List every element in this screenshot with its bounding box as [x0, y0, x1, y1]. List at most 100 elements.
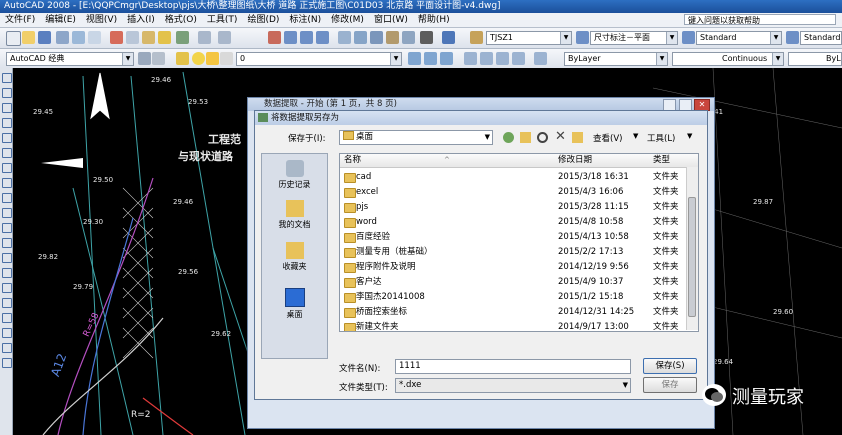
places-my-documents[interactable]: 我的文档	[262, 200, 327, 230]
hatch-icon[interactable]	[2, 283, 12, 293]
layer-manager-icon[interactable]	[176, 52, 189, 65]
lineweight-combo[interactable]: ByLayer	[788, 52, 842, 66]
menu-tools[interactable]: 工具(T)	[202, 13, 243, 27]
mtext-icon[interactable]	[2, 343, 12, 353]
save-in-combo[interactable]: 桌面 ▼	[339, 130, 493, 145]
layer-states-icon[interactable]	[440, 52, 453, 65]
construction-line-icon[interactable]	[2, 88, 12, 98]
search-web-icon[interactable]	[537, 132, 548, 143]
calculator-icon[interactable]	[420, 31, 433, 44]
file-row[interactable]: excel 2015/4/3 16:06 文件夹	[340, 185, 686, 200]
annotation-visibility-icon[interactable]	[496, 52, 509, 65]
make-current-layer-icon[interactable]	[408, 52, 421, 65]
tools-menu[interactable]: 工具(L)	[647, 132, 675, 144]
dim-style-combo[interactable]: 尺寸标注－平面 ▼	[590, 31, 678, 45]
ellipse-arc-icon[interactable]	[2, 223, 12, 233]
match-properties-icon[interactable]	[158, 31, 171, 44]
paste-icon[interactable]	[142, 31, 155, 44]
help-icon[interactable]	[442, 31, 455, 44]
undo-icon[interactable]	[198, 31, 211, 44]
auto-scale-icon[interactable]	[512, 52, 525, 65]
layer-combo[interactable]: 0 ▼	[236, 52, 402, 66]
table-style-combo[interactable]: Standard ▼	[696, 31, 782, 45]
plot-preview-icon[interactable]	[72, 31, 85, 44]
file-row[interactable]: word 2015/4/8 10:58 文件夹	[340, 215, 686, 230]
scrollbar-thumb[interactable]	[688, 197, 696, 317]
file-row[interactable]: cad 2015/3/18 16:31 文件夹	[340, 170, 686, 185]
line-icon[interactable]	[2, 73, 12, 83]
cut-icon[interactable]	[110, 31, 123, 44]
column-date[interactable]: 修改日期	[558, 154, 592, 167]
make-block-icon[interactable]	[2, 253, 12, 263]
layer-freeze-icon[interactable]	[206, 52, 219, 65]
view-dropdown-icon[interactable]: ▼	[633, 132, 638, 140]
menu-dimension[interactable]: 标注(N)	[284, 13, 326, 27]
file-row[interactable]: pjs 2015/3/28 11:15 文件夹	[340, 200, 686, 215]
workspace-settings-icon[interactable]	[138, 52, 151, 65]
file-row[interactable]: 测量专用（桩基础） 2015/2/2 17:13 文件夹	[340, 245, 686, 260]
insert-block-icon[interactable]	[2, 238, 12, 248]
polyline-icon[interactable]	[2, 103, 12, 113]
places-history[interactable]: 历史记录	[262, 160, 327, 190]
annotation-scale-icon[interactable]	[480, 52, 493, 65]
tools-dropdown-icon[interactable]: ▼	[687, 132, 692, 140]
zoom-window-icon[interactable]	[300, 31, 313, 44]
zoom-previous-icon[interactable]	[316, 31, 329, 44]
places-desktop[interactable]: 桌面	[262, 288, 327, 320]
help-search-input[interactable]: 键入问题以获取帮助	[684, 14, 836, 25]
file-row[interactable]: 百度经验 2015/4/13 10:58 文件夹	[340, 230, 686, 245]
color-combo[interactable]: ByLayer ▼	[564, 52, 668, 66]
file-row[interactable]: 李国杰20141008 2015/1/2 15:18 文件夹	[340, 290, 686, 305]
filetype-select[interactable]: *.dxe ▼	[395, 378, 631, 393]
rectangle-icon[interactable]	[2, 133, 12, 143]
copy-icon[interactable]	[126, 31, 139, 44]
polygon-icon[interactable]	[2, 118, 12, 128]
tool-palettes-icon[interactable]	[370, 31, 383, 44]
pan-icon[interactable]	[268, 31, 281, 44]
spline-icon[interactable]	[2, 193, 12, 203]
file-row[interactable]: 程序附件及说明 2014/12/19 9:56 文件夹	[340, 260, 686, 275]
region-icon[interactable]	[2, 313, 12, 323]
circle-icon[interactable]	[2, 163, 12, 173]
gradient-icon[interactable]	[2, 298, 12, 308]
file-list-scrollbar[interactable]	[686, 167, 698, 330]
add-selected-icon[interactable]	[2, 358, 12, 368]
text-style-combo[interactable]: TJSZ1 ▼	[486, 31, 572, 45]
layer-previous-icon[interactable]	[424, 52, 437, 65]
file-list[interactable]: 名称 ^ 修改日期 类型 cad 2015/3/18 16:31 文件夹 excel…	[339, 153, 699, 332]
publish-icon[interactable]	[88, 31, 101, 44]
mleader-style-combo[interactable]: Standard	[800, 31, 842, 45]
save-button[interactable]: 保存(S)	[643, 358, 697, 374]
ellipse-icon[interactable]	[2, 208, 12, 218]
menu-view[interactable]: 视图(V)	[81, 13, 122, 27]
menu-edit[interactable]: 编辑(E)	[40, 13, 81, 27]
sheet-set-icon[interactable]	[386, 31, 399, 44]
menu-format[interactable]: 格式(O)	[160, 13, 202, 27]
print-icon[interactable]	[56, 31, 69, 44]
menu-draw[interactable]: 绘图(D)	[242, 13, 284, 27]
open-icon[interactable]	[22, 31, 35, 44]
redo-icon[interactable]	[218, 31, 231, 44]
places-favorites[interactable]: 收藏夹	[262, 242, 327, 272]
workspace-combo[interactable]: AutoCAD 经典 ▼	[6, 52, 134, 66]
design-center-icon[interactable]	[354, 31, 367, 44]
menu-window[interactable]: 窗口(W)	[369, 13, 413, 27]
column-name[interactable]: 名称	[344, 154, 361, 167]
menu-file[interactable]: 文件(F)	[0, 13, 40, 27]
layer-isolate-icon[interactable]	[534, 52, 547, 65]
view-menu[interactable]: 查看(V)	[593, 132, 622, 144]
linetype-combo[interactable]: Continuous ▼	[672, 52, 784, 66]
file-row[interactable]: 桥面控索坐标 2014/12/31 14:25 文件夹	[340, 305, 686, 320]
new-icon[interactable]	[6, 31, 21, 46]
cancel-button[interactable]: 保存	[643, 377, 697, 393]
properties-icon[interactable]	[338, 31, 351, 44]
table-icon[interactable]	[2, 328, 12, 338]
menu-insert[interactable]: 插入(I)	[122, 13, 160, 27]
menu-help[interactable]: 帮助(H)	[413, 13, 455, 27]
zoom-realtime-icon[interactable]	[284, 31, 297, 44]
file-row[interactable]: 客户达 2015/4/9 10:37 文件夹	[340, 275, 686, 290]
filename-input[interactable]: 1111	[395, 359, 631, 374]
up-folder-icon[interactable]	[520, 132, 531, 143]
new-folder-icon[interactable]	[572, 132, 583, 143]
arc-icon[interactable]	[2, 148, 12, 158]
